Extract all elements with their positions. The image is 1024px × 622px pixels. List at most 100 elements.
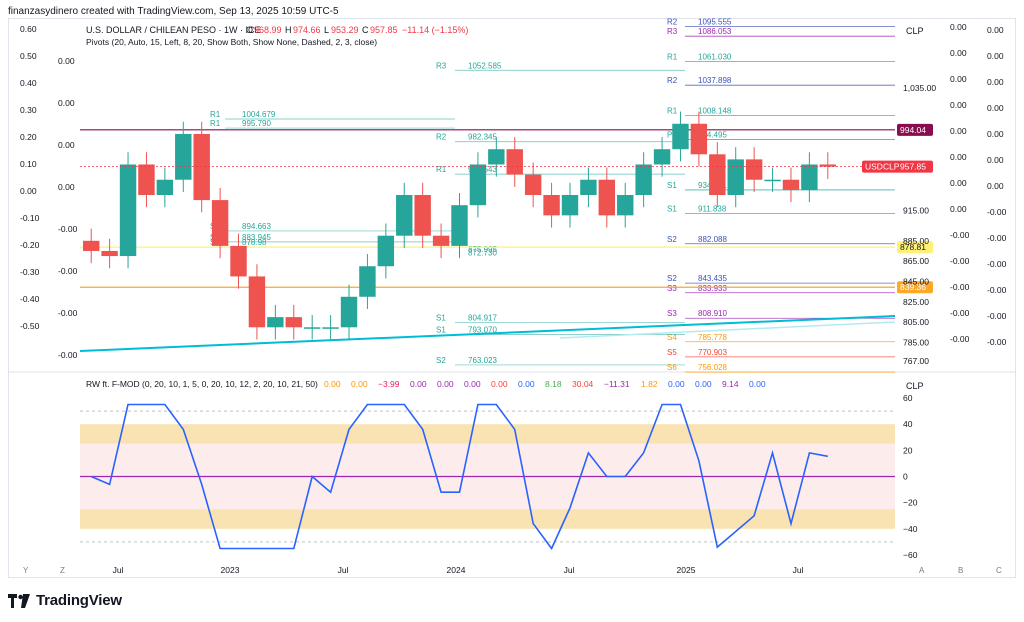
candle xyxy=(359,266,376,297)
h-value: 974.66 xyxy=(293,25,321,35)
indicator-value: 0.00 xyxy=(410,379,427,389)
indicator-value: 1.82 xyxy=(641,379,658,389)
chart-canvas[interactable]: U.S. DOLLAR / CHILEAN PESO · 1W · ICE O … xyxy=(0,0,1024,622)
corner-c[interactable]: C xyxy=(996,566,1002,575)
left-axis-tick: -0.10 xyxy=(20,213,40,223)
right-axis-a-tick: -0.00 xyxy=(950,230,970,240)
pivot-value: 911.838 xyxy=(698,204,727,213)
pivot-name: R1 xyxy=(667,106,678,115)
pivot-name-mid: S1 xyxy=(436,313,446,322)
price-tick: 1,035.00 xyxy=(903,83,936,93)
right-axis-a-tick: 0.00 xyxy=(950,100,967,110)
right-axis-b-tick: 0.00 xyxy=(987,129,1004,139)
pivot-value-mid: 804.917 xyxy=(468,313,497,322)
pivot-value: 785.778 xyxy=(698,333,727,342)
candle xyxy=(248,276,266,328)
left-axis2-tick: -0.00 xyxy=(58,266,78,276)
pivot-name-mid: S2 xyxy=(436,356,446,365)
candle xyxy=(764,179,781,182)
candle xyxy=(83,240,100,251)
candle xyxy=(414,195,431,236)
indicator-value: 30.04 xyxy=(572,379,594,389)
candle xyxy=(451,205,468,246)
left-axis-tick: 0.20 xyxy=(20,132,37,142)
pivot-value-left: 894.663 xyxy=(242,222,271,231)
pivot-value: 1086.053 xyxy=(698,27,732,36)
o-value: 968.99 xyxy=(254,25,282,35)
pivot-value: 756.028 xyxy=(698,363,727,372)
right-axis-b-tick: 0.00 xyxy=(987,155,1004,165)
right-axis-a-tick: 0.00 xyxy=(950,204,967,214)
indicator-value: 0.00 xyxy=(437,379,454,389)
left-axis-tick: 0.00 xyxy=(20,186,37,196)
pivot-name: R3 xyxy=(667,27,678,36)
pivot-name-left: R1 xyxy=(210,110,221,119)
left-axis2-tick: 0.00 xyxy=(58,98,75,108)
candle xyxy=(230,245,247,277)
corner-y[interactable]: Y xyxy=(23,566,29,575)
right-axis-a-tick: -0.00 xyxy=(950,308,970,318)
candle xyxy=(138,164,155,195)
corner-b[interactable]: B xyxy=(958,566,963,575)
candle xyxy=(635,164,652,195)
pivot-value-left: 1004.679 xyxy=(242,110,276,119)
pivot-name: S3 xyxy=(667,284,677,293)
corner-z[interactable]: Z xyxy=(60,566,65,575)
left-axis-tick: -0.20 xyxy=(20,240,40,250)
candle xyxy=(469,164,487,206)
corner-a[interactable]: A xyxy=(919,566,925,575)
indicator-value: 0.00 xyxy=(518,379,535,389)
candle xyxy=(782,179,800,190)
pivot-name-mid: R2 xyxy=(436,133,447,142)
right-axis-a-tick: -0.00 xyxy=(950,256,970,266)
right-axis-a-tick: 0.00 xyxy=(950,74,967,84)
time-label: Jul xyxy=(338,565,349,575)
price-tick: 865.00 xyxy=(903,256,929,266)
l-value: 953.29 xyxy=(331,25,359,35)
c-label: C xyxy=(362,25,369,35)
ohlc-readout: O 968.99 H 974.66 L 953.29 C 957.85 −11.… xyxy=(246,25,468,35)
pivot-value-mid: 1052.585 xyxy=(468,61,502,70)
pivot-value: 1061.030 xyxy=(698,53,732,62)
candle xyxy=(561,195,579,216)
h-label: H xyxy=(285,25,292,35)
pivot-name: S6 xyxy=(667,363,677,372)
pivot-value-mid: 763.023 xyxy=(468,356,497,365)
indicator-value: 0.00 xyxy=(324,379,341,389)
right-axis-b-tick: 0.00 xyxy=(987,77,1004,87)
indicator-value: 0.00 xyxy=(668,379,685,389)
right-axis-a-tick: 0.00 xyxy=(950,22,967,32)
pivot-name: S1 xyxy=(667,204,677,213)
pivot-name: S1 xyxy=(667,181,677,190)
tradingview-logo: TradingView xyxy=(8,592,122,609)
pivots-legend: Pivots (20, Auto, 15, Left, 8, 20, Show … xyxy=(86,37,377,47)
o-label: O xyxy=(246,25,253,35)
price-tick: 825.00 xyxy=(903,297,929,307)
left-axis2-tick: 0.00 xyxy=(58,56,75,66)
change-value: −11.14 (−1.15%) xyxy=(402,25,468,35)
right-axis-b-tick: -0.00 xyxy=(987,311,1007,321)
candle xyxy=(322,327,339,329)
time-label: Jul xyxy=(113,565,124,575)
trendline-secondary xyxy=(559,321,896,339)
price-tick: 885.00 xyxy=(903,236,929,246)
right-axis-b-tick: 0.00 xyxy=(987,51,1004,61)
candle xyxy=(285,317,302,328)
left-axis-tick: 0.40 xyxy=(20,78,37,88)
right-axis-b-tick: -0.00 xyxy=(987,207,1007,217)
indicator-value: −11.31 xyxy=(604,379,630,389)
pivot-value-mid: 982.345 xyxy=(468,133,497,142)
right-axis-b-tick: -0.00 xyxy=(987,285,1007,295)
indicator-value: 8.18 xyxy=(545,379,562,389)
indicator-tick: 0 xyxy=(903,472,908,482)
pivot-value: 1037.898 xyxy=(698,76,732,85)
left-axis-tick: 0.60 xyxy=(20,24,37,34)
pivot-value-extra: 872.730 xyxy=(468,248,497,257)
ob-zone xyxy=(80,424,895,444)
left-axis-tick: -0.40 xyxy=(20,294,40,304)
right-axis-a-tick: -0.00 xyxy=(950,282,970,292)
pivot-value: 882.088 xyxy=(698,235,727,244)
time-label: 2024 xyxy=(447,565,466,575)
right-axis-b-tick: 0.00 xyxy=(987,25,1004,35)
indicator-currency: CLP xyxy=(906,381,924,391)
